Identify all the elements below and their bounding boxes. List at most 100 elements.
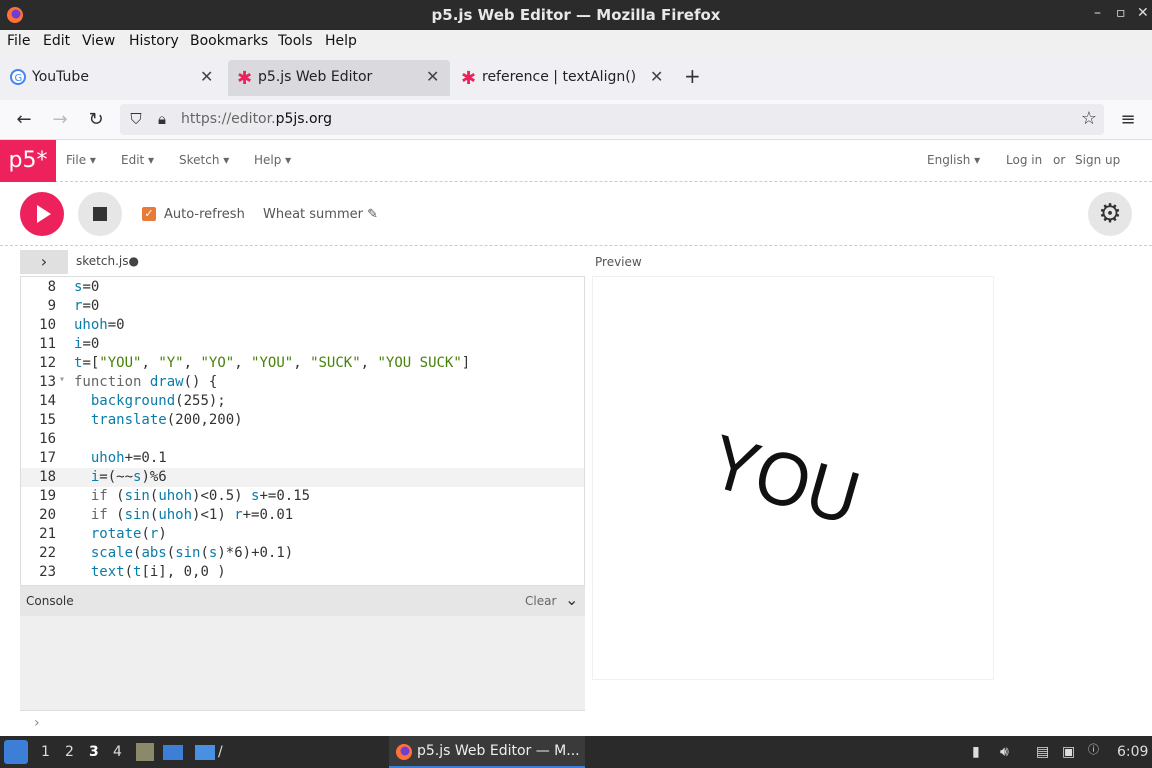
desktop-icon[interactable] [163,745,183,760]
code-line[interactable]: 11 i=0 [21,335,584,354]
tab-youtube[interactable]: G YouTube ✕ [2,60,224,96]
close-tab-icon[interactable]: ✕ [650,67,663,86]
file-name[interactable]: sketch.js● [76,254,139,268]
p5-asterisk-icon: ✱ [237,69,252,85]
reload-icon[interactable]: ↻ [84,108,108,132]
code-line[interactable]: 17 uhoh+=0.1 [21,449,584,468]
bookmark-star-icon[interactable]: ☆ [1077,107,1101,131]
sketch-name[interactable]: Wheat summer ✎ [263,207,378,222]
clock: 6:09 [1117,744,1149,760]
code-line[interactable]: 20 if (sin(uhoh)<1) r+=0.01 [21,506,584,525]
signup-link[interactable]: Sign up [1075,153,1120,167]
code-line[interactable]: 22 scale(abs(sin(s)*6)+0.1) [21,544,584,563]
p5-menu-help[interactable]: Help ▾ [254,153,291,167]
p5-menu-sketch[interactable]: Sketch ▾ [179,153,229,167]
workspace-3[interactable]: 3 [89,744,99,760]
menu-edit[interactable]: Edit [43,33,70,49]
line-number: 14 [39,393,56,409]
code-line[interactable]: 9 r=0 [21,297,584,316]
sketch-toolbar: ✓ Auto-refresh Wheat summer ✎ ⚙ [0,182,1152,246]
maximize-icon[interactable]: ▫ [1116,5,1126,21]
tab-strip: G YouTube ✕ ✱ p5.js Web Editor ✕ ✱ refer… [0,54,1152,100]
workspace-2[interactable]: 2 [65,744,74,760]
code-text: s=0 [74,279,100,295]
code-text: text(t[i], 0,0 ) [90,564,226,580]
code-editor[interactable]: 8 s=0 9 r=0 10 uhoh=0 11 i=0 12 t=["YOU", "Y", "Y… [20,276,585,586]
url-bar[interactable]: ⛉ 🔒︎ https://editor.p5js.org ☆ [120,104,1104,135]
line-number: 13 [39,374,56,390]
login-link[interactable]: Log in [1006,153,1042,167]
file-manager-icon[interactable] [136,743,154,761]
auto-refresh-label[interactable]: Auto-refresh [164,207,245,222]
menu-history[interactable]: History [129,33,179,49]
clipboard-icon[interactable]: ▤ [1036,744,1049,760]
hamburger-menu-icon[interactable]: ≡ [1116,108,1140,132]
console-title: Console [26,594,74,608]
preview-canvas[interactable]: YOU [592,276,994,680]
play-button[interactable] [20,192,64,236]
close-window-icon[interactable]: ✕ [1137,5,1149,21]
prompt-icon: › [34,715,40,731]
console-input[interactable]: › [20,710,585,736]
code-line[interactable]: 23 text(t[i], 0,0 ) [21,563,584,582]
code-line[interactable]: 8 s=0 [21,278,584,297]
network-icon[interactable]: ▣ [1062,744,1075,760]
code-line[interactable]: 18 i=(~~s)%6 [21,468,584,487]
back-icon[interactable]: ← [12,108,36,132]
code-line[interactable]: 21 rotate(r) [21,525,584,544]
menu-view[interactable]: View [82,33,115,49]
code-text: i=(~~s)%6 [90,469,167,485]
code-line[interactable]: 13 ▾ function draw() { [21,373,584,392]
stop-button[interactable] [78,192,122,236]
settings-gear-icon[interactable]: ⚙ [1088,192,1132,236]
close-tab-icon[interactable]: ✕ [426,67,439,86]
console-clear-button[interactable]: Clear [525,594,556,608]
code-line[interactable]: 16 [21,430,584,449]
tab-p5-editor[interactable]: ✱ p5.js Web Editor ✕ [228,60,450,96]
tab-reference[interactable]: ✱ reference | textAlign() ✕ [452,60,674,96]
taskbar-active-window[interactable]: p5.js Web Editor — M... [389,736,585,768]
menu-help[interactable]: Help [325,33,357,49]
menu-bookmarks[interactable]: Bookmarks [190,33,268,49]
url-text[interactable]: https://editor.p5js.org [181,111,332,127]
volume-icon[interactable]: 🔊︎ [1000,744,1009,760]
auto-refresh-checkbox[interactable]: ✓ [142,207,156,221]
preview-label: Preview [595,255,642,269]
p5-logo[interactable]: p5* [0,140,56,182]
menu-tools[interactable]: Tools [278,33,313,49]
workspace-4[interactable]: 4 [113,744,122,760]
folder-icon[interactable] [195,745,215,760]
workspace-1[interactable]: 1 [41,744,50,760]
language-select[interactable]: English ▾ [927,153,980,167]
p5-menu-edit[interactable]: Edit ▾ [121,153,154,167]
battery-icon[interactable]: ▮ [972,744,980,760]
browser-menubar: File Edit View History Bookmarks Tools H… [0,30,1152,54]
new-tab-icon[interactable]: + [684,64,701,88]
code-line[interactable]: 14 background(255); [21,392,584,411]
line-number: 8 [47,279,56,295]
menu-file[interactable]: File [7,33,30,49]
line-number: 17 [39,450,56,466]
lock-icon[interactable]: 🔒︎ [150,107,174,131]
chevron-down-icon[interactable]: ⌄ [565,590,578,609]
info-icon[interactable]: ⓘ [1088,741,1099,757]
svg-text:✱: ✱ [461,69,476,85]
close-tab-icon[interactable]: ✕ [200,67,213,86]
code-text: translate(200,200) [90,412,243,428]
code-text: uhoh+=0.1 [90,450,167,466]
start-menu-icon[interactable] [4,740,28,764]
code-text: r=0 [74,298,100,314]
p5-menu-file[interactable]: File ▾ [66,153,96,167]
taskbar: 1 2 3 4 / p5.js Web Editor — M... ▮ 🔊︎ ▤… [0,736,1152,768]
code-line[interactable]: 10 uhoh=0 [21,316,584,335]
forward-icon[interactable]: → [48,108,72,132]
code-line[interactable]: 12 t=["YOU", "Y", "YO", "YOU", "SUCK", "Y… [21,354,584,373]
expand-sidebar-icon[interactable]: › [20,250,68,274]
shield-icon[interactable]: ⛉ [124,107,148,131]
code-line[interactable]: 19 if (sin(uhoh)<0.5) s+=0.15 [21,487,584,506]
fold-icon[interactable]: ▾ [59,374,65,385]
code-text: scale(abs(sin(s)*6)+0.1) [90,545,294,561]
svg-text:G: G [15,73,23,84]
code-line[interactable]: 15 translate(200,200) [21,411,584,430]
minimize-icon[interactable]: – [1094,5,1101,21]
